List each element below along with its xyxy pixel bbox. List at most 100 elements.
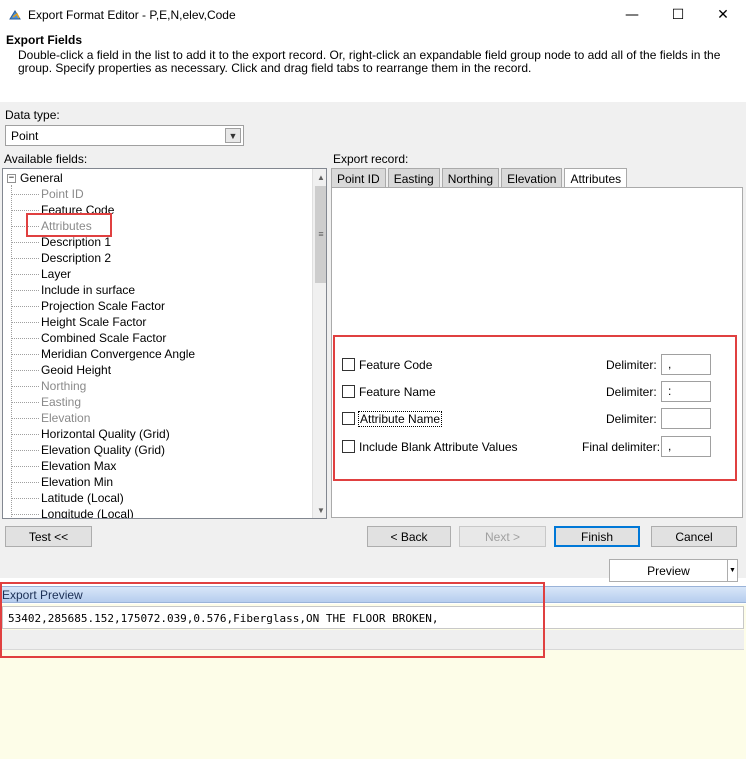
tab-easting[interactable]: Easting bbox=[387, 168, 440, 188]
tree-item[interactable]: Description 2 bbox=[11, 250, 111, 266]
maximize-button[interactable]: ☐ bbox=[655, 0, 701, 30]
delimiter-input[interactable]: , bbox=[661, 436, 711, 457]
tree-connector bbox=[11, 497, 39, 499]
scroll-down-icon[interactable]: ▼ bbox=[313, 502, 326, 518]
preview-row-text: 53402,285685.152,175072.039,0.576,Fiberg… bbox=[8, 612, 439, 625]
page-description: Double-click a field in the list to add … bbox=[18, 48, 721, 75]
tree-item[interactable]: Elevation Max bbox=[11, 458, 116, 474]
tree-connector bbox=[11, 305, 39, 307]
delimiter-label: Delimiter: bbox=[606, 385, 657, 399]
finish-button[interactable]: Finish bbox=[554, 526, 640, 547]
option-checkbox[interactable] bbox=[342, 385, 355, 398]
tree-item-label: Combined Scale Factor bbox=[41, 331, 167, 345]
tree-scrollbar[interactable]: ▲ ≡ ▼ bbox=[312, 169, 326, 518]
tree-connector bbox=[11, 193, 39, 195]
available-fields-tree[interactable]: − General Point ID Feature Code Attributes… bbox=[2, 168, 327, 519]
title-bar: Export Format Editor - P,E,N,elev,Code —… bbox=[0, 0, 746, 30]
delimiter-input[interactable]: : bbox=[661, 381, 711, 402]
tree-item-label: Meridian Convergence Angle bbox=[41, 347, 196, 361]
tree-item[interactable]: Feature Code bbox=[11, 202, 114, 218]
tree-connector bbox=[11, 209, 39, 211]
test-button[interactable]: Test << bbox=[5, 526, 92, 547]
option-checkbox[interactable] bbox=[342, 358, 355, 371]
tree-item-label: Elevation Min bbox=[41, 475, 114, 489]
tree-item[interactable]: Elevation bbox=[11, 410, 90, 426]
tree-item[interactable]: Horizontal Quality (Grid) bbox=[11, 426, 170, 442]
option-label[interactable]: Attribute Name bbox=[357, 411, 443, 427]
option-checkbox[interactable] bbox=[342, 412, 355, 425]
tree-connector bbox=[11, 337, 39, 339]
back-button[interactable]: < Back bbox=[367, 526, 451, 547]
tree-item[interactable]: Projection Scale Factor bbox=[11, 298, 165, 314]
tab-point-id[interactable]: Point ID bbox=[331, 168, 386, 188]
preview-button[interactable]: Preview bbox=[610, 560, 727, 581]
option-row: Feature Name Delimiter:: bbox=[342, 381, 712, 403]
tree-item[interactable]: Attributes bbox=[11, 218, 92, 234]
tree-item-label: Latitude (Local) bbox=[41, 491, 124, 505]
tree-item[interactable]: Meridian Convergence Angle bbox=[11, 346, 195, 362]
tree-item-label: Feature Code bbox=[41, 203, 115, 217]
tree-item[interactable]: Easting bbox=[11, 394, 81, 410]
tree-item[interactable]: Northing bbox=[11, 378, 86, 394]
tree-item[interactable]: Latitude (Local) bbox=[11, 490, 124, 506]
tree-item-label: Description 1 bbox=[41, 235, 112, 249]
tree-connector bbox=[11, 513, 39, 515]
tree-item-label: Layer bbox=[41, 267, 72, 281]
option-label[interactable]: Include Blank Attribute Values bbox=[359, 440, 518, 454]
tree-item[interactable]: Height Scale Factor bbox=[11, 314, 146, 330]
tree-item-label: Attributes bbox=[41, 219, 92, 233]
maximize-icon: ☐ bbox=[671, 7, 685, 23]
tree-item[interactable]: Elevation Quality (Grid) bbox=[11, 442, 165, 458]
dropdown-arrow-icon[interactable]: ▼ bbox=[727, 560, 737, 581]
close-icon: ✕ bbox=[717, 7, 729, 23]
tree-item[interactable]: Combined Scale Factor bbox=[11, 330, 166, 346]
delimiter-input[interactable] bbox=[661, 408, 711, 429]
tree-connector bbox=[11, 481, 39, 483]
tree-item[interactable]: Longitude (Local) bbox=[11, 506, 134, 519]
scrollbar-thumb[interactable]: ≡ bbox=[315, 186, 326, 283]
close-button[interactable]: ✕ bbox=[700, 0, 746, 30]
minimize-button[interactable]: — bbox=[609, 0, 655, 30]
export-record-label: Export record: bbox=[333, 152, 409, 166]
minimize-icon: — bbox=[625, 7, 639, 23]
page-title: Export Fields bbox=[6, 33, 83, 47]
tree-item-label: Include in surface bbox=[41, 283, 136, 297]
tree-connector bbox=[11, 401, 39, 403]
option-row: Feature Code Delimiter:, bbox=[342, 354, 712, 376]
collapse-icon[interactable]: − bbox=[7, 173, 16, 183]
tree-connector bbox=[11, 385, 39, 387]
tab-attributes[interactable]: Attributes bbox=[564, 168, 628, 189]
export-preview-header: Export Preview bbox=[0, 586, 746, 603]
tree-item-label: Geoid Height bbox=[41, 363, 112, 377]
window-title: Export Format Editor - P,E,N,elev,Code bbox=[28, 8, 236, 22]
tree-item-label: Elevation Max bbox=[41, 459, 117, 473]
tab-northing[interactable]: Northing bbox=[441, 168, 500, 188]
export-record-tabs: Point ID Easting Northing Elevation Attribut… bbox=[331, 168, 629, 189]
chevron-down-icon[interactable]: ▼ bbox=[225, 128, 241, 143]
tree-item[interactable]: Description 1 bbox=[11, 234, 111, 250]
tree-connector bbox=[11, 465, 39, 467]
tree-item-label: Projection Scale Factor bbox=[41, 299, 166, 313]
tree-node-general[interactable]: − General bbox=[7, 170, 63, 186]
tree-item[interactable]: Layer bbox=[11, 266, 71, 282]
grip-icon: ≡ bbox=[318, 229, 324, 239]
data-type-select[interactable]: Point ▼ bbox=[5, 125, 244, 146]
delimiter-label: Delimiter: bbox=[606, 358, 657, 372]
option-row: Attribute Name Delimiter: bbox=[342, 408, 712, 430]
tree-connector bbox=[11, 353, 39, 355]
option-label[interactable]: Feature Code bbox=[359, 358, 432, 372]
next-button[interactable]: Next > bbox=[459, 526, 546, 547]
delimiter-input[interactable]: , bbox=[661, 354, 711, 375]
option-label[interactable]: Feature Name bbox=[359, 385, 436, 399]
tree-item[interactable]: Include in surface bbox=[11, 282, 135, 298]
tab-elevation[interactable]: Elevation bbox=[501, 168, 563, 188]
preview-split-button[interactable]: Preview ▼ bbox=[609, 559, 738, 582]
option-checkbox[interactable] bbox=[342, 440, 355, 453]
tree-item-label: Longitude (Local) bbox=[41, 507, 134, 519]
tree-item[interactable]: Point ID bbox=[11, 186, 84, 202]
export-preview-title: Export Preview bbox=[2, 588, 83, 602]
scroll-up-icon[interactable]: ▲ bbox=[313, 169, 326, 185]
cancel-button[interactable]: Cancel bbox=[651, 526, 737, 547]
tree-item[interactable]: Geoid Height bbox=[11, 362, 111, 378]
tree-item[interactable]: Elevation Min bbox=[11, 474, 113, 490]
